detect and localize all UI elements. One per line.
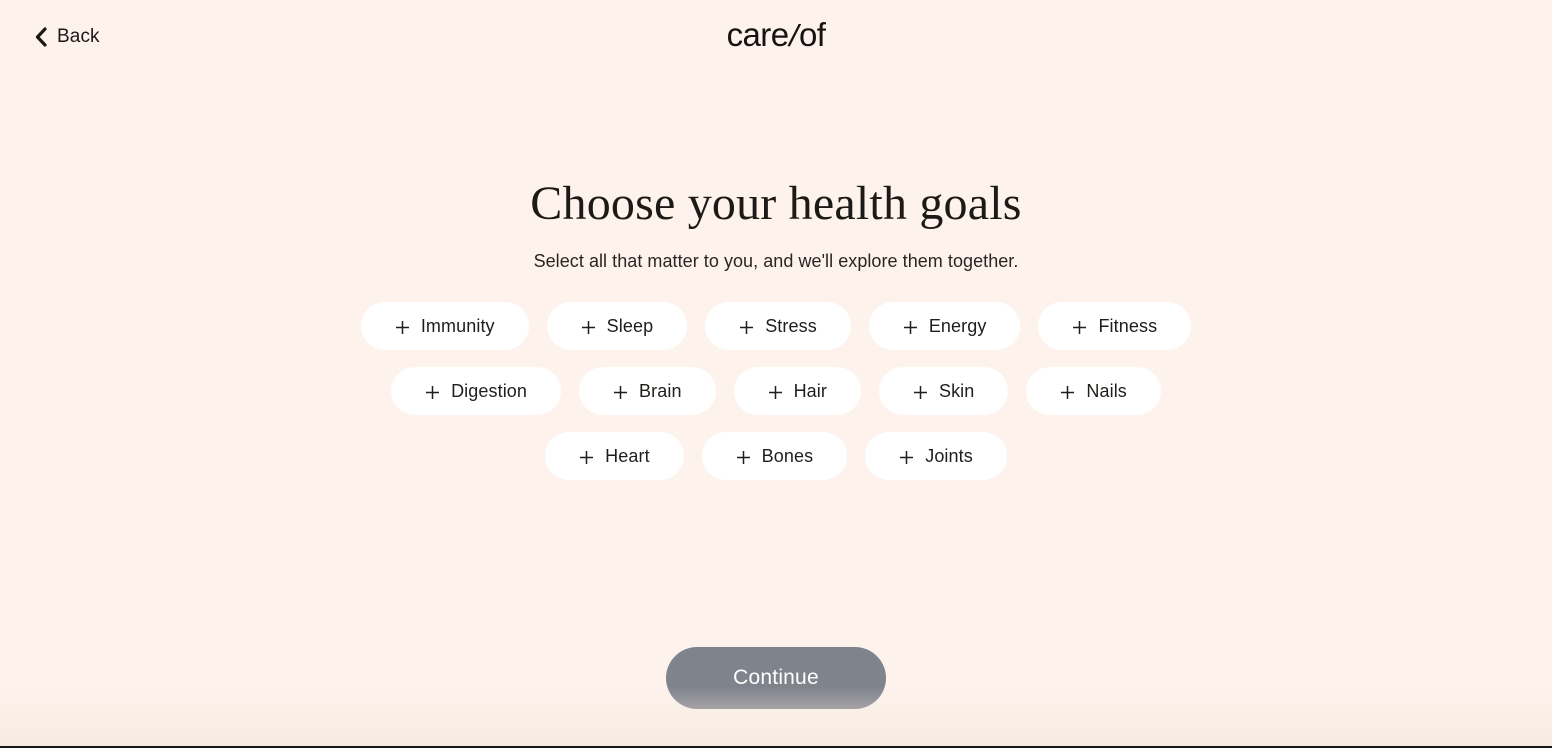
goal-pill-fitness[interactable]: Fitness (1038, 302, 1192, 351)
plus-icon (579, 449, 594, 464)
goal-pill-bones[interactable]: Bones (701, 432, 848, 481)
plus-icon (768, 384, 783, 399)
goal-pill-label: Sleep (606, 315, 654, 336)
goal-pill-hair[interactable]: Hair (733, 367, 861, 416)
goal-pill-stress[interactable]: Stress (705, 302, 851, 351)
continue-button[interactable]: Continue (666, 647, 886, 710)
goal-pill-row: Immunity Sleep Stress Energy Fitness (360, 302, 1192, 351)
page-subtitle: Select all that matter to you, and we'll… (533, 250, 1019, 271)
plus-icon (581, 319, 596, 334)
goal-pill-label: Skin (938, 380, 975, 401)
plus-icon (899, 449, 914, 464)
plus-icon (395, 319, 410, 334)
page-title: Choose your health goals (530, 177, 1022, 230)
plus-icon (613, 384, 628, 399)
goal-pill-heart[interactable]: Heart (545, 432, 684, 481)
goal-pill-label: Energy (928, 315, 987, 336)
goal-pill-sleep[interactable]: Sleep (546, 302, 688, 351)
goal-pill-digestion[interactable]: Digestion (391, 367, 562, 416)
goal-pill-skin[interactable]: Skin (878, 367, 1009, 416)
plus-icon (739, 319, 754, 334)
goal-pill-row: Digestion Brain Hair Skin Nails (391, 367, 1161, 416)
plus-icon (425, 384, 440, 399)
goal-pill-label: Digestion (451, 380, 528, 401)
continue-button-container: Continue (0, 647, 1552, 710)
goal-pill-joints[interactable]: Joints (865, 432, 1007, 481)
goal-pill-brain[interactable]: Brain (579, 367, 716, 416)
goal-pill-label: Stress (765, 315, 817, 336)
goal-pill-label: Heart (605, 445, 650, 466)
goal-pill-energy[interactable]: Energy (868, 302, 1021, 351)
goal-pill-label: Hair (793, 380, 827, 401)
goal-pill-label: Joints (925, 445, 973, 466)
goal-pill-label: Bones (761, 445, 814, 466)
main-content: Choose your health goals Select all that… (0, 0, 1552, 748)
goal-pill-row: Heart Bones Joints (545, 432, 1007, 481)
goal-pill-label: Immunity (420, 315, 495, 336)
goal-pill-nails[interactable]: Nails (1026, 367, 1161, 416)
goal-pill-label: Nails (1086, 380, 1127, 401)
goal-pill-label: Brain (639, 380, 682, 401)
plus-icon (913, 384, 928, 399)
goal-pill-group: Immunity Sleep Stress Energy Fitness Digestio… (0, 302, 1552, 497)
goal-pill-immunity[interactable]: Immunity (360, 302, 529, 351)
plus-icon (1060, 384, 1075, 399)
plus-icon (1072, 319, 1087, 334)
plus-icon (736, 449, 751, 464)
plus-icon (903, 319, 918, 334)
goal-pill-label: Fitness (1098, 315, 1158, 336)
